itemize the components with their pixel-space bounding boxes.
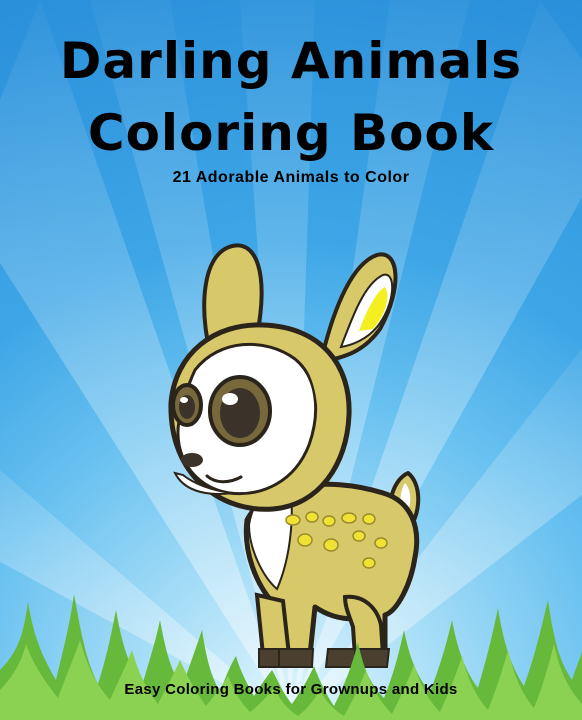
title-line-1: Darling Animals [59, 32, 523, 90]
book-cover: Darling Animals Coloring Book 21 Adorabl… [0, 0, 582, 720]
subtitle: 21 Adorable Animals to Color [172, 169, 410, 186]
title-line-2: Coloring Book [87, 104, 495, 162]
footer-tagline: Easy Coloring Books for Grownups and Kid… [124, 681, 458, 698]
